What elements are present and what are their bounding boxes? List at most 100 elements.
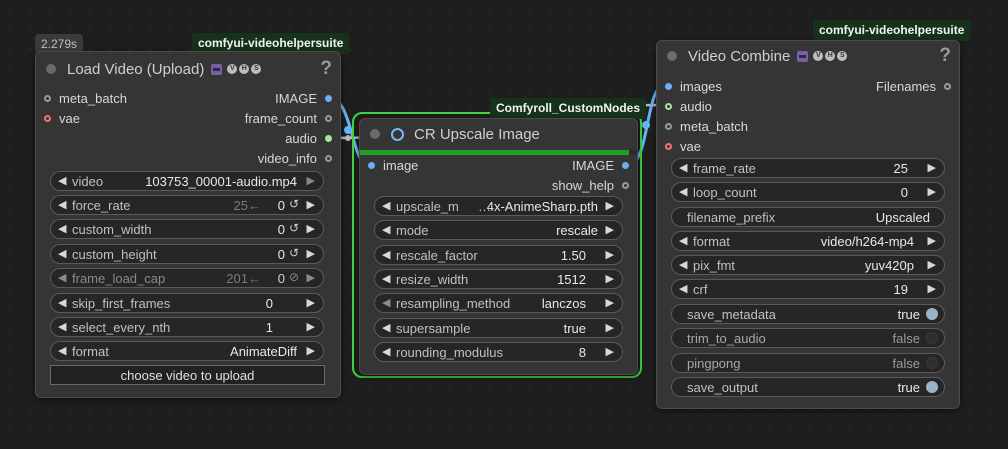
input-vae[interactable]: vae: [665, 136, 701, 156]
arrow-left-icon[interactable]: ◀: [679, 282, 687, 295]
arrow-left-icon[interactable]: ◀: [58, 344, 66, 357]
help-icon[interactable]: ?: [939, 45, 951, 67]
input-images[interactable]: images: [665, 76, 722, 96]
load-video-title-bar[interactable]: Load Video (Upload) VHS ?: [36, 52, 340, 86]
format-combo-widget[interactable]: ◀ format video/h264-mp4 ▶: [671, 231, 945, 251]
skip-first-frames-widget[interactable]: ◀ skip_first_frames 0 ▶: [50, 293, 324, 313]
arrow-left-icon[interactable]: ◀: [382, 248, 390, 261]
arrow-right-icon[interactable]: ▶: [606, 199, 614, 212]
arrow-right-icon[interactable]: ▶: [928, 258, 936, 271]
loop-count-widget[interactable]: ◀ loop_count 0 ▶: [671, 182, 945, 202]
arrow-left-icon[interactable]: ◀: [382, 321, 390, 334]
resampling-method-widget[interactable]: ◀ resampling_method lanczos ▶: [374, 293, 623, 313]
output-image[interactable]: IMAGE: [572, 155, 629, 175]
trim-to-audio-toggle[interactable]: trim_to_audio false: [671, 328, 945, 348]
input-meta-batch[interactable]: meta_batch: [44, 88, 127, 108]
arrow-right-icon[interactable]: ▶: [307, 271, 315, 284]
upload-button[interactable]: choose video to upload: [50, 365, 325, 385]
video-combo-widget[interactable]: ◀ video 103753_00001-audio.mp4 ▶: [50, 171, 324, 191]
pix-fmt-widget[interactable]: ◀ pix_fmt yuv420p ▶: [671, 255, 945, 275]
arrow-right-icon[interactable]: ▶: [606, 345, 614, 358]
arrow-right-icon[interactable]: ▶: [307, 296, 315, 309]
arrow-left-icon[interactable]: ◀: [58, 271, 66, 284]
output-image[interactable]: IMAGE: [275, 88, 332, 108]
rescale-factor-widget[interactable]: ◀ rescale_factor 1.50 ▶: [374, 245, 623, 265]
upscale-title-bar[interactable]: CR Upscale Image: [360, 119, 637, 149]
arrow-right-icon[interactable]: ▶: [307, 247, 315, 260]
arrow-left-icon[interactable]: ◀: [382, 199, 390, 212]
frame-rate-widget[interactable]: ◀ frame_rate 25 ▶: [671, 158, 945, 178]
filename-prefix-widget[interactable]: filename_prefix Upscaled: [671, 207, 945, 227]
output-audio[interactable]: audio: [285, 128, 332, 148]
toggle-off-icon[interactable]: [926, 357, 938, 369]
arrow-right-icon[interactable]: ▶: [307, 174, 315, 187]
crf-widget[interactable]: ◀ crf 19 ▶: [671, 279, 945, 299]
arrow-left-icon[interactable]: ◀: [58, 222, 66, 235]
custom-width-widget[interactable]: ◀ custom_width 0 ↺ ▶: [50, 219, 324, 239]
arrow-right-icon[interactable]: ▶: [307, 222, 315, 235]
reset-icon[interactable]: ↺: [289, 197, 299, 211]
arrow-left-icon[interactable]: ◀: [382, 272, 390, 285]
collapse-dot-icon[interactable]: [46, 64, 56, 74]
arrow-left-icon[interactable]: ◀: [382, 345, 390, 358]
arrow-left-icon[interactable]: ◀: [382, 223, 390, 236]
arrow-right-icon[interactable]: ▶: [928, 185, 936, 198]
arrow-left-icon[interactable]: ◀: [58, 320, 66, 333]
arrow-left-icon[interactable]: ◀: [679, 161, 687, 174]
collapse-dot-icon[interactable]: [370, 129, 380, 139]
toggle-off-icon[interactable]: [926, 332, 938, 344]
mode-widget[interactable]: ◀ mode rescale ▶: [374, 220, 623, 240]
format-combo-widget[interactable]: ◀ format AnimateDiff ▶: [50, 341, 324, 361]
pingpong-toggle[interactable]: pingpong false: [671, 353, 945, 373]
arrow-right-icon[interactable]: ▶: [307, 198, 315, 211]
output-show-help[interactable]: show_help: [552, 175, 629, 195]
arrow-right-icon[interactable]: ▶: [606, 223, 614, 236]
arrow-left-icon[interactable]: ◀: [679, 258, 687, 271]
reset-icon[interactable]: ↺: [289, 246, 299, 260]
arrow-left-icon[interactable]: ◀: [382, 296, 390, 309]
arrow-left-icon[interactable]: ◀: [679, 185, 687, 198]
save-output-toggle[interactable]: save_output true: [671, 377, 945, 397]
resize-width-widget[interactable]: ◀ resize_width 1512 ▶: [374, 269, 623, 289]
video-combine-node[interactable]: Video Combine VHS ? images Filenames aud…: [656, 40, 960, 409]
help-icon[interactable]: ?: [320, 58, 332, 80]
arrow-right-icon[interactable]: ▶: [307, 344, 315, 357]
input-meta-batch[interactable]: meta_batch: [665, 116, 748, 136]
input-vae[interactable]: vae: [44, 108, 80, 128]
arrow-left-icon[interactable]: ◀: [679, 234, 687, 247]
video-combine-title-bar[interactable]: Video Combine VHS ?: [657, 41, 959, 71]
output-filenames[interactable]: Filenames: [876, 76, 951, 96]
save-metadata-toggle[interactable]: save_metadata true: [671, 304, 945, 324]
collapse-dot-icon[interactable]: [667, 51, 677, 61]
upscale-model-widget[interactable]: ◀ upscale_m … 4x-AnimeSharp.pth ▶: [374, 196, 623, 216]
arrow-right-icon[interactable]: ▶: [928, 282, 936, 295]
arrow-right-icon[interactable]: ▶: [606, 296, 614, 309]
cr-upscale-node[interactable]: CR Upscale Image image IMAGE show_help ◀…: [359, 118, 638, 375]
rounding-modulus-widget[interactable]: ◀ rounding_modulus 8 ▶: [374, 342, 623, 362]
force-rate-widget[interactable]: ◀ force_rate 25← 0 ↺ ▶: [50, 195, 324, 215]
slot-row: images Filenames: [657, 76, 959, 96]
arrow-right-icon[interactable]: ▶: [307, 320, 315, 333]
arrow-left-icon[interactable]: ◀: [58, 296, 66, 309]
output-video-info[interactable]: video_info: [258, 148, 332, 168]
arrow-right-icon[interactable]: ▶: [928, 234, 936, 247]
arrow-left-icon[interactable]: ◀: [58, 198, 66, 211]
arrow-left-icon[interactable]: ◀: [58, 247, 66, 260]
select-every-nth-widget[interactable]: ◀ select_every_nth 1 ▶: [50, 317, 324, 337]
custom-height-widget[interactable]: ◀ custom_height 0 ↺ ▶: [50, 244, 324, 264]
arrow-right-icon[interactable]: ▶: [606, 321, 614, 334]
toggle-on-icon[interactable]: [926, 381, 938, 393]
input-image[interactable]: image: [368, 155, 418, 175]
supersample-widget[interactable]: ◀ supersample true ▶: [374, 318, 623, 338]
arrow-right-icon[interactable]: ▶: [606, 272, 614, 285]
arrow-right-icon[interactable]: ▶: [606, 248, 614, 261]
reset-icon[interactable]: ↺: [289, 221, 299, 235]
arrow-left-icon[interactable]: ◀: [58, 174, 66, 187]
arrow-right-icon[interactable]: ▶: [928, 161, 936, 174]
input-audio[interactable]: audio: [665, 96, 712, 116]
node-pack-label: Comfyroll_CustomNodes: [490, 98, 647, 119]
frame-load-cap-widget[interactable]: ◀ frame_load_cap 201← 0 ⊘ ▶: [50, 268, 324, 288]
output-frame-count[interactable]: frame_count: [245, 108, 332, 128]
toggle-on-icon[interactable]: [926, 308, 938, 320]
load-video-node[interactable]: Load Video (Upload) VHS ? meta_batch IMA…: [35, 51, 341, 398]
